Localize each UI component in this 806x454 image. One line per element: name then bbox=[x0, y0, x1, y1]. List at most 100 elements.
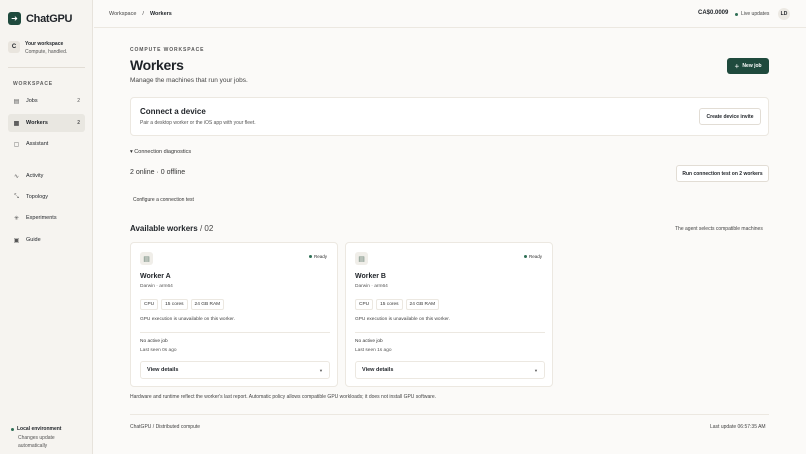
connect-title: Connect a device bbox=[140, 107, 206, 116]
last-seen: Last seen 0s ago bbox=[140, 348, 177, 353]
available-workers-heading: Available workers / 02 bbox=[130, 224, 213, 233]
spec-chip: CPU bbox=[355, 299, 374, 310]
environment-status: Local environment Changes update automat… bbox=[11, 426, 68, 450]
sidebar-item-jobs[interactable]: ▤ Jobs 2 bbox=[8, 92, 85, 110]
sidebar-item-activity[interactable]: ∿ Activity bbox=[8, 167, 85, 185]
workspace-tagline: Compute, handled. bbox=[25, 49, 68, 55]
connect-device-card: Connect a device Pair a desktop worker o… bbox=[130, 97, 769, 136]
divider bbox=[355, 332, 545, 333]
agent-note: The agent selects compatible machines bbox=[675, 226, 763, 232]
divider bbox=[130, 414, 769, 415]
arrow-right-icon: ➜ bbox=[8, 12, 21, 25]
footer-last-update: Last update 06:57:35 AM bbox=[710, 424, 766, 430]
run-connection-test-button[interactable]: Run connection test on 2 workers bbox=[676, 165, 769, 182]
live-dot-icon bbox=[735, 12, 738, 16]
server-icon: ▤ bbox=[140, 252, 153, 265]
spec-chip: 15 cores bbox=[161, 299, 188, 310]
gpu-note: GPU execution is unavailable on this wor… bbox=[140, 317, 235, 322]
sidebar-item-label: Experiments bbox=[26, 215, 57, 221]
credit-balance: CA$0.0009 bbox=[698, 10, 729, 16]
configure-connection-test-link[interactable]: Configure a connection test bbox=[133, 197, 194, 203]
worker-os: Darwin · arm64 bbox=[355, 284, 388, 289]
new-job-button[interactable]: ＋ New job bbox=[727, 58, 769, 74]
worker-card: ▤ Ready Worker A Darwin · arm64 CPU 15 c… bbox=[130, 242, 338, 387]
status-label: Ready bbox=[313, 254, 327, 259]
breadcrumb-current: Workers bbox=[149, 11, 172, 17]
active-job: No active job bbox=[355, 339, 383, 344]
sidebar-item-assistant[interactable]: ▢ Assistant bbox=[8, 135, 85, 153]
worker-name: Worker B bbox=[355, 273, 386, 280]
workspace-switcher[interactable]: C Your workspace Compute, handled. bbox=[8, 41, 85, 55]
topology-icon: ⤡ bbox=[14, 193, 19, 200]
new-job-label: New job bbox=[742, 63, 762, 69]
experiments-icon: ✳ bbox=[13, 215, 20, 222]
sidebar-section-label: WORKSPACE bbox=[13, 81, 53, 87]
workers-icon: ▦ bbox=[13, 120, 20, 127]
create-device-invite-button[interactable]: Create device invite bbox=[699, 108, 761, 125]
sidebar-item-label: Topology bbox=[26, 194, 49, 200]
available-count: / 02 bbox=[199, 224, 214, 233]
sidebar-item-label: Assistant bbox=[26, 141, 49, 147]
live-updates-toggle[interactable]: Live updates bbox=[735, 11, 769, 17]
chevron-down-icon: ▼ bbox=[534, 367, 538, 373]
active-job: No active job bbox=[140, 339, 168, 344]
environment-title: Local environment bbox=[17, 426, 62, 432]
worker-specs: CPU 15 cores 24 GB RAM bbox=[355, 299, 440, 310]
breadcrumb-workspace[interactable]: Workspace bbox=[109, 11, 136, 17]
page-title: Workers bbox=[130, 57, 184, 73]
live-updates-label: Live updates bbox=[741, 11, 770, 17]
connect-subtitle: Pair a desktop worker or the iOS app wit… bbox=[140, 120, 256, 126]
sidebar-item-label: Jobs bbox=[26, 98, 38, 104]
hardware-footnote: Hardware and runtime reflect the worker'… bbox=[130, 394, 437, 400]
plus-icon: ＋ bbox=[734, 63, 740, 70]
worker-status-summary: 2 online · 0 offline bbox=[130, 169, 186, 176]
environment-subtitle: Changes update automatically bbox=[18, 435, 55, 449]
sidebar-item-topology[interactable]: ⤡ Topology bbox=[8, 188, 85, 206]
brand[interactable]: ➜ ChatGPU bbox=[8, 12, 72, 25]
page-eyebrow: COMPUTE WORKSPACE bbox=[130, 47, 205, 53]
sidebar-item-label: Workers bbox=[26, 120, 48, 126]
worker-specs: CPU 15 cores 24 GB RAM bbox=[140, 299, 225, 310]
sidebar-item-label: Activity bbox=[26, 173, 44, 179]
server-icon: ▤ bbox=[355, 252, 368, 265]
guide-icon: ▣ bbox=[13, 237, 20, 244]
spec-chip: CPU bbox=[140, 299, 159, 310]
jobs-icon: ▤ bbox=[13, 98, 20, 105]
divider bbox=[140, 332, 330, 333]
footer-product: ChatGPU / Distributed compute bbox=[130, 424, 201, 430]
worker-card: ▤ Ready Worker B Darwin · arm64 CPU 15 c… bbox=[345, 242, 553, 387]
page-subtitle: Manage the machines that run your jobs. bbox=[130, 77, 248, 84]
sidebar-item-workers[interactable]: ▦ Workers 2 bbox=[8, 114, 85, 132]
view-details-button[interactable]: View details ▼ bbox=[140, 361, 330, 379]
workspace-avatar: C bbox=[8, 41, 20, 53]
sidebar-item-guide[interactable]: ▣ Guide bbox=[8, 231, 85, 249]
sidebar-item-experiments[interactable]: ✳ Experiments bbox=[8, 209, 85, 227]
breadcrumb-separator: / bbox=[142, 11, 144, 17]
sidebar-item-count: 2 bbox=[77, 120, 80, 126]
connection-diagnostics-toggle[interactable]: ▾ Connection diagnostics bbox=[130, 149, 191, 155]
status-badge: Ready bbox=[523, 254, 542, 259]
status-label: Ready bbox=[528, 254, 542, 259]
divider bbox=[8, 67, 85, 68]
sidebar: ➜ ChatGPU C Your workspace Compute, hand… bbox=[0, 0, 93, 454]
gpu-note: GPU execution is unavailable on this wor… bbox=[355, 317, 450, 322]
chevron-down-icon: ▼ bbox=[319, 367, 323, 373]
view-details-label: View details bbox=[362, 367, 394, 373]
assistant-icon: ▢ bbox=[13, 141, 20, 148]
ready-dot-icon bbox=[308, 255, 312, 258]
available-title: Available workers bbox=[130, 224, 198, 233]
sidebar-item-label: Guide bbox=[26, 237, 41, 243]
breadcrumb: Workspace / Workers bbox=[109, 11, 172, 17]
spec-chip: 24 GB RAM bbox=[190, 299, 225, 310]
spec-chip: 24 GB RAM bbox=[405, 299, 440, 310]
ready-dot-icon bbox=[523, 255, 527, 258]
brand-name: ChatGPU bbox=[26, 12, 73, 25]
worker-name: Worker A bbox=[140, 273, 171, 280]
view-details-button[interactable]: View details ▼ bbox=[355, 361, 545, 379]
worker-os: Darwin · arm64 bbox=[140, 284, 173, 289]
topbar: Workspace / Workers CA$0.0009 Live updates… bbox=[94, 0, 806, 28]
status-dot-icon bbox=[11, 427, 14, 431]
avatar[interactable]: LD bbox=[778, 8, 790, 20]
workspace-name: Your workspace bbox=[25, 41, 64, 47]
view-details-label: View details bbox=[147, 367, 179, 373]
